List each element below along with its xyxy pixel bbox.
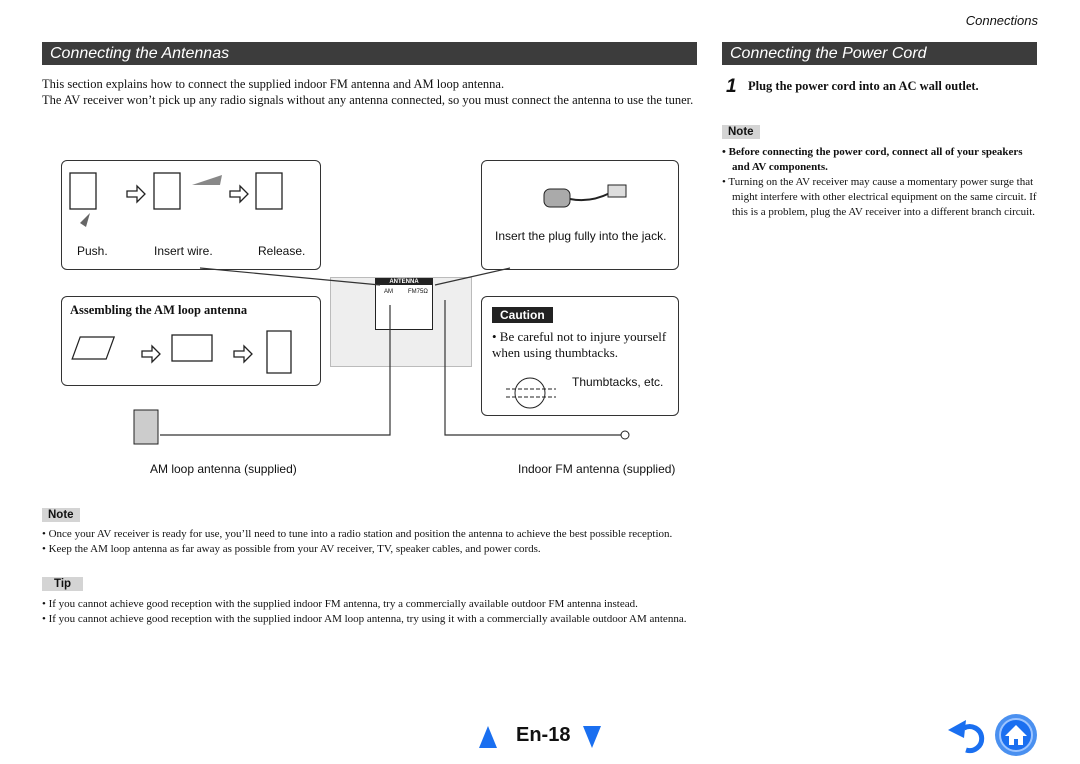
next-page-icon[interactable] [582, 725, 602, 749]
page-number: En-18 [516, 724, 571, 746]
power-note-list: • Before connecting the power cord, conn… [722, 146, 1037, 218]
tip-list: • If you cannot achieve good reception w… [42, 598, 687, 625]
fm-plug-caption: Insert the plug fully into the jack. [495, 229, 667, 243]
power-note-item: Before connecting the power cord, connec… [728, 146, 1023, 173]
step-push: Push. [77, 244, 108, 258]
step-text: Plug the power cord into an AC wall outl… [748, 79, 979, 93]
am-antenna-caption: AM loop antenna (supplied) [150, 462, 297, 476]
intro-line: This section explains how to connect the… [42, 77, 505, 91]
section-title-power: Connecting the Power Cord [722, 42, 1037, 65]
back-icon[interactable] [944, 718, 986, 754]
caution-text: • Be careful not to injure yourself when… [492, 329, 667, 360]
thumbtacks-label: Thumbtacks, etc. [572, 375, 664, 389]
fm-plug-box: Insert the plug fully into the jack. [481, 160, 679, 270]
previous-page-icon[interactable] [478, 725, 498, 749]
step-release: Release. [258, 244, 306, 258]
fm-antenna-caption: Indoor FM antenna (supplied) [518, 462, 676, 476]
thumbtack-icon [506, 377, 556, 409]
intro-line: The AV receiver won’t pick up any radio … [42, 93, 694, 107]
caution-label: Caution [492, 307, 553, 323]
note-list: • Once your AV receiver is ready for use… [42, 528, 673, 555]
caution-box: Caution • Be careful not to injure yours… [481, 296, 679, 416]
step-number: 1 [726, 76, 737, 97]
note-item: Keep the AM loop antenna as far away as … [48, 543, 541, 555]
section-title-antennas: Connecting the Antennas [42, 42, 697, 65]
home-icon[interactable] [994, 713, 1038, 757]
tip-label: Tip [42, 577, 84, 591]
wire-steps-box: Push. Insert wire. Release. [61, 160, 321, 270]
tip-item: If you cannot achieve good reception wit… [48, 598, 638, 610]
power-note-label: Note [722, 125, 760, 139]
note-item: Once your AV receiver is ready for use, … [48, 528, 673, 540]
step-insert: Insert wire. [154, 244, 213, 258]
fm-plug-illustration [543, 184, 627, 208]
push-insert-release-illustration [69, 172, 283, 227]
intro: This section explains how to connect the… [42, 76, 697, 108]
section-label: Connections [965, 13, 1038, 28]
note-label: Note [42, 508, 80, 522]
tip-item: If you cannot achieve good reception wit… [48, 613, 687, 625]
power-note-item: Turning on the AV receiver may cause a m… [728, 176, 1037, 218]
